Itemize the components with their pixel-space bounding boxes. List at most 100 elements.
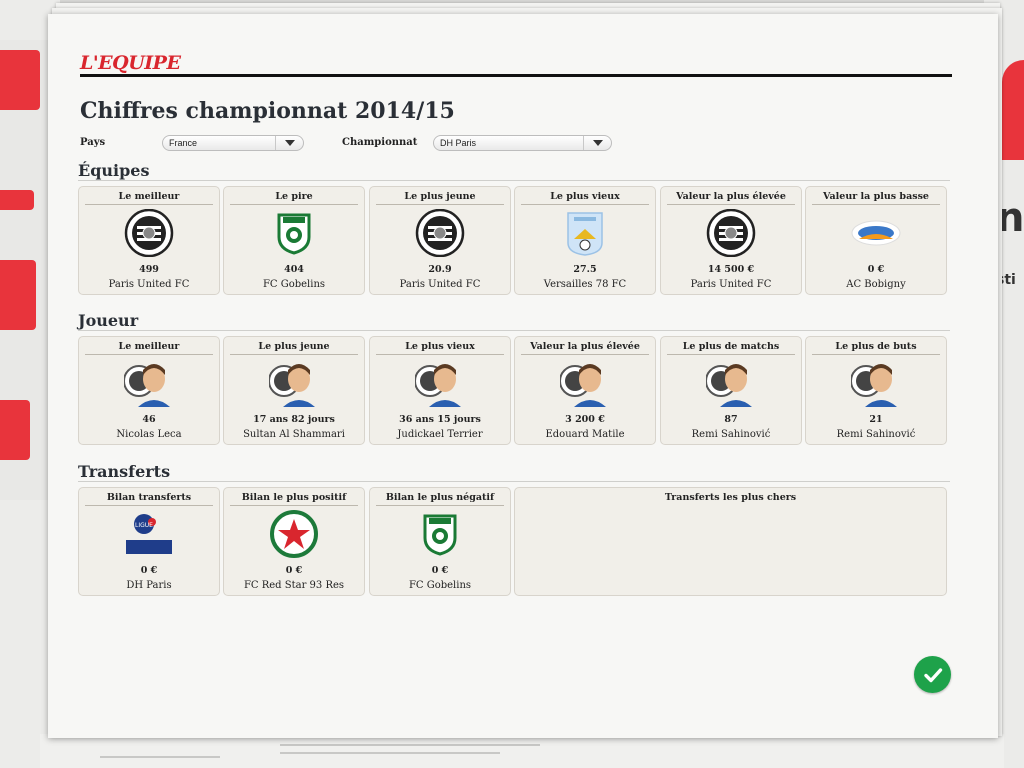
team-card[interactable]: Le meilleur 499 Paris United FC — [78, 186, 220, 295]
page-title: Chiffres championnat 2014/15 — [80, 98, 455, 124]
chevron-down-icon[interactable] — [275, 136, 303, 150]
card-value: 46 — [142, 414, 156, 425]
card-value: 0 € — [867, 264, 885, 275]
country-label: Pays — [80, 137, 106, 148]
team-card[interactable]: Valeur la plus élevée 14 500 € Paris Unite… — [660, 186, 802, 295]
card-title: Le meilleur — [118, 341, 180, 352]
player-portrait-icon — [705, 359, 756, 407]
card-value: 21 — [869, 414, 883, 425]
player-portrait-icon — [850, 359, 901, 407]
card-title: Le meilleur — [118, 191, 180, 202]
country-dropdown-value: France — [169, 138, 198, 148]
card-title-rule — [812, 354, 940, 355]
background-newspaper-bottom — [40, 734, 1004, 768]
card-name: FC Gobelins — [262, 279, 326, 290]
card-value: 0 € — [431, 565, 449, 576]
card-title: Valeur la plus élevée — [676, 191, 786, 202]
card-title: Bilan le plus négatif — [385, 492, 495, 503]
card-value: 0 € — [285, 565, 303, 576]
card-name: Nicolas Leca — [116, 429, 182, 440]
section-rule — [78, 330, 950, 331]
card-name: Sultan Al Shammari — [243, 429, 345, 440]
league-label: Championnat — [342, 137, 418, 148]
section-rule — [78, 180, 950, 181]
card-title: Le plus vieux — [550, 191, 620, 202]
card-title-rule — [521, 204, 649, 205]
ligue-logo-icon: LIGUE — [124, 510, 174, 558]
player-portrait-icon — [123, 359, 174, 407]
confirm-button[interactable] — [914, 656, 951, 693]
card-title: Valeur la plus basse — [823, 191, 929, 202]
card-title-rule — [85, 204, 213, 205]
country-dropdown[interactable]: France — [162, 135, 304, 151]
card-title: Le plus vieux — [405, 341, 475, 352]
card-name: FC Red Star 93 Res — [243, 580, 345, 591]
player-card[interactable]: Le plus de buts 21 Remi Sahinović — [805, 336, 947, 445]
player-card[interactable]: Le plus jeune 17 ans 82 jours Sultan Al Sh… — [223, 336, 365, 445]
paris-united-crest-icon — [124, 208, 174, 258]
card-title: Transferts les plus chers — [664, 492, 797, 503]
ac-bobigny-crest-icon — [851, 209, 901, 257]
player-card[interactable]: Le plus vieux 36 ans 15 jours Judickael Te… — [369, 336, 511, 445]
checkmark-icon — [923, 667, 942, 682]
card-value: 404 — [284, 264, 304, 275]
card-title-rule — [812, 204, 940, 205]
card-title-rule — [230, 204, 358, 205]
card-name: Paris United FC — [690, 279, 772, 290]
card-name: Remi Sahinović — [836, 429, 916, 440]
background-newspaper-red-print-right — [1002, 60, 1024, 160]
card-value: 87 — [724, 414, 738, 425]
card-title: Le plus jeune — [404, 191, 476, 202]
player-card[interactable]: Le plus de matchs 87 Remi Sahinović — [660, 336, 802, 445]
transfer-card[interactable]: Bilan le plus négatif 0 € FC Gobelins — [369, 487, 511, 596]
section-title-transfers: Transferts — [78, 462, 171, 481]
red-star-crest-icon — [269, 510, 319, 558]
transfer-card[interactable]: Bilan le plus positif 0 € FC Red Star 93 R… — [223, 487, 365, 596]
card-value: 27.5 — [573, 264, 597, 275]
card-value: 3 200 € — [565, 414, 605, 425]
section-title-players: Joueur — [78, 311, 139, 330]
card-name: DH Paris — [126, 580, 172, 591]
card-title: Bilan le plus positif — [241, 492, 347, 503]
stats-panel: L'EQUIPE Chiffres championnat 2014/15 Pa… — [48, 14, 998, 738]
card-title-rule — [85, 505, 213, 506]
player-portrait-icon — [559, 359, 610, 407]
costly-transfers-card: Transferts les plus chers — [514, 487, 947, 596]
team-card[interactable]: Le plus jeune 20.9 Paris United FC — [369, 186, 511, 295]
paris-united-crest-icon — [415, 208, 465, 258]
player-card[interactable]: Le meilleur 46 Nicolas Leca — [78, 336, 220, 445]
header-rule — [80, 74, 952, 77]
card-name: Judickael Terrier — [397, 429, 483, 440]
chevron-down-icon[interactable] — [583, 136, 611, 150]
svg-text:LIGUE: LIGUE — [135, 522, 153, 529]
card-name: Remi Sahinović — [691, 429, 771, 440]
card-title-rule — [376, 354, 504, 355]
team-card[interactable]: Valeur la plus basse 0 € AC Bobigny — [805, 186, 947, 295]
player-card[interactable]: Valeur la plus élevée 3 200 € Edouard Mati… — [514, 336, 656, 445]
card-title: Le plus de buts — [835, 341, 917, 352]
transfer-card[interactable]: Bilan transferts LIGUE 0 € DH Paris — [78, 487, 220, 596]
fc-gobelins-crest-icon — [415, 510, 465, 558]
card-title: Bilan transferts — [106, 492, 192, 503]
card-value: 17 ans 82 jours — [253, 414, 335, 425]
fc-gobelins-crest-icon — [269, 209, 319, 257]
league-dropdown-value: DH Paris — [440, 138, 477, 148]
versailles-crest-icon — [560, 209, 610, 257]
section-title-teams: Équipes — [78, 161, 150, 180]
card-title-rule — [376, 204, 504, 205]
card-title: Le plus jeune — [258, 341, 330, 352]
card-name: Edouard Matile — [545, 429, 625, 440]
team-card[interactable]: Le pire 404 FC Gobelins — [223, 186, 365, 295]
card-title: Le plus de matchs — [682, 341, 780, 352]
card-value: 36 ans 15 jours — [399, 414, 481, 425]
card-value: 14 500 € — [707, 264, 755, 275]
league-dropdown[interactable]: DH Paris — [433, 135, 612, 151]
card-title-rule — [667, 354, 795, 355]
card-title-rule — [667, 204, 795, 205]
team-card[interactable]: Le plus vieux 27.5 Versailles 78 FC — [514, 186, 656, 295]
player-portrait-icon — [268, 359, 319, 407]
card-title-rule — [85, 354, 213, 355]
card-value: 20.9 — [428, 264, 452, 275]
card-title-rule — [230, 505, 358, 506]
paris-united-crest-icon — [706, 208, 756, 258]
